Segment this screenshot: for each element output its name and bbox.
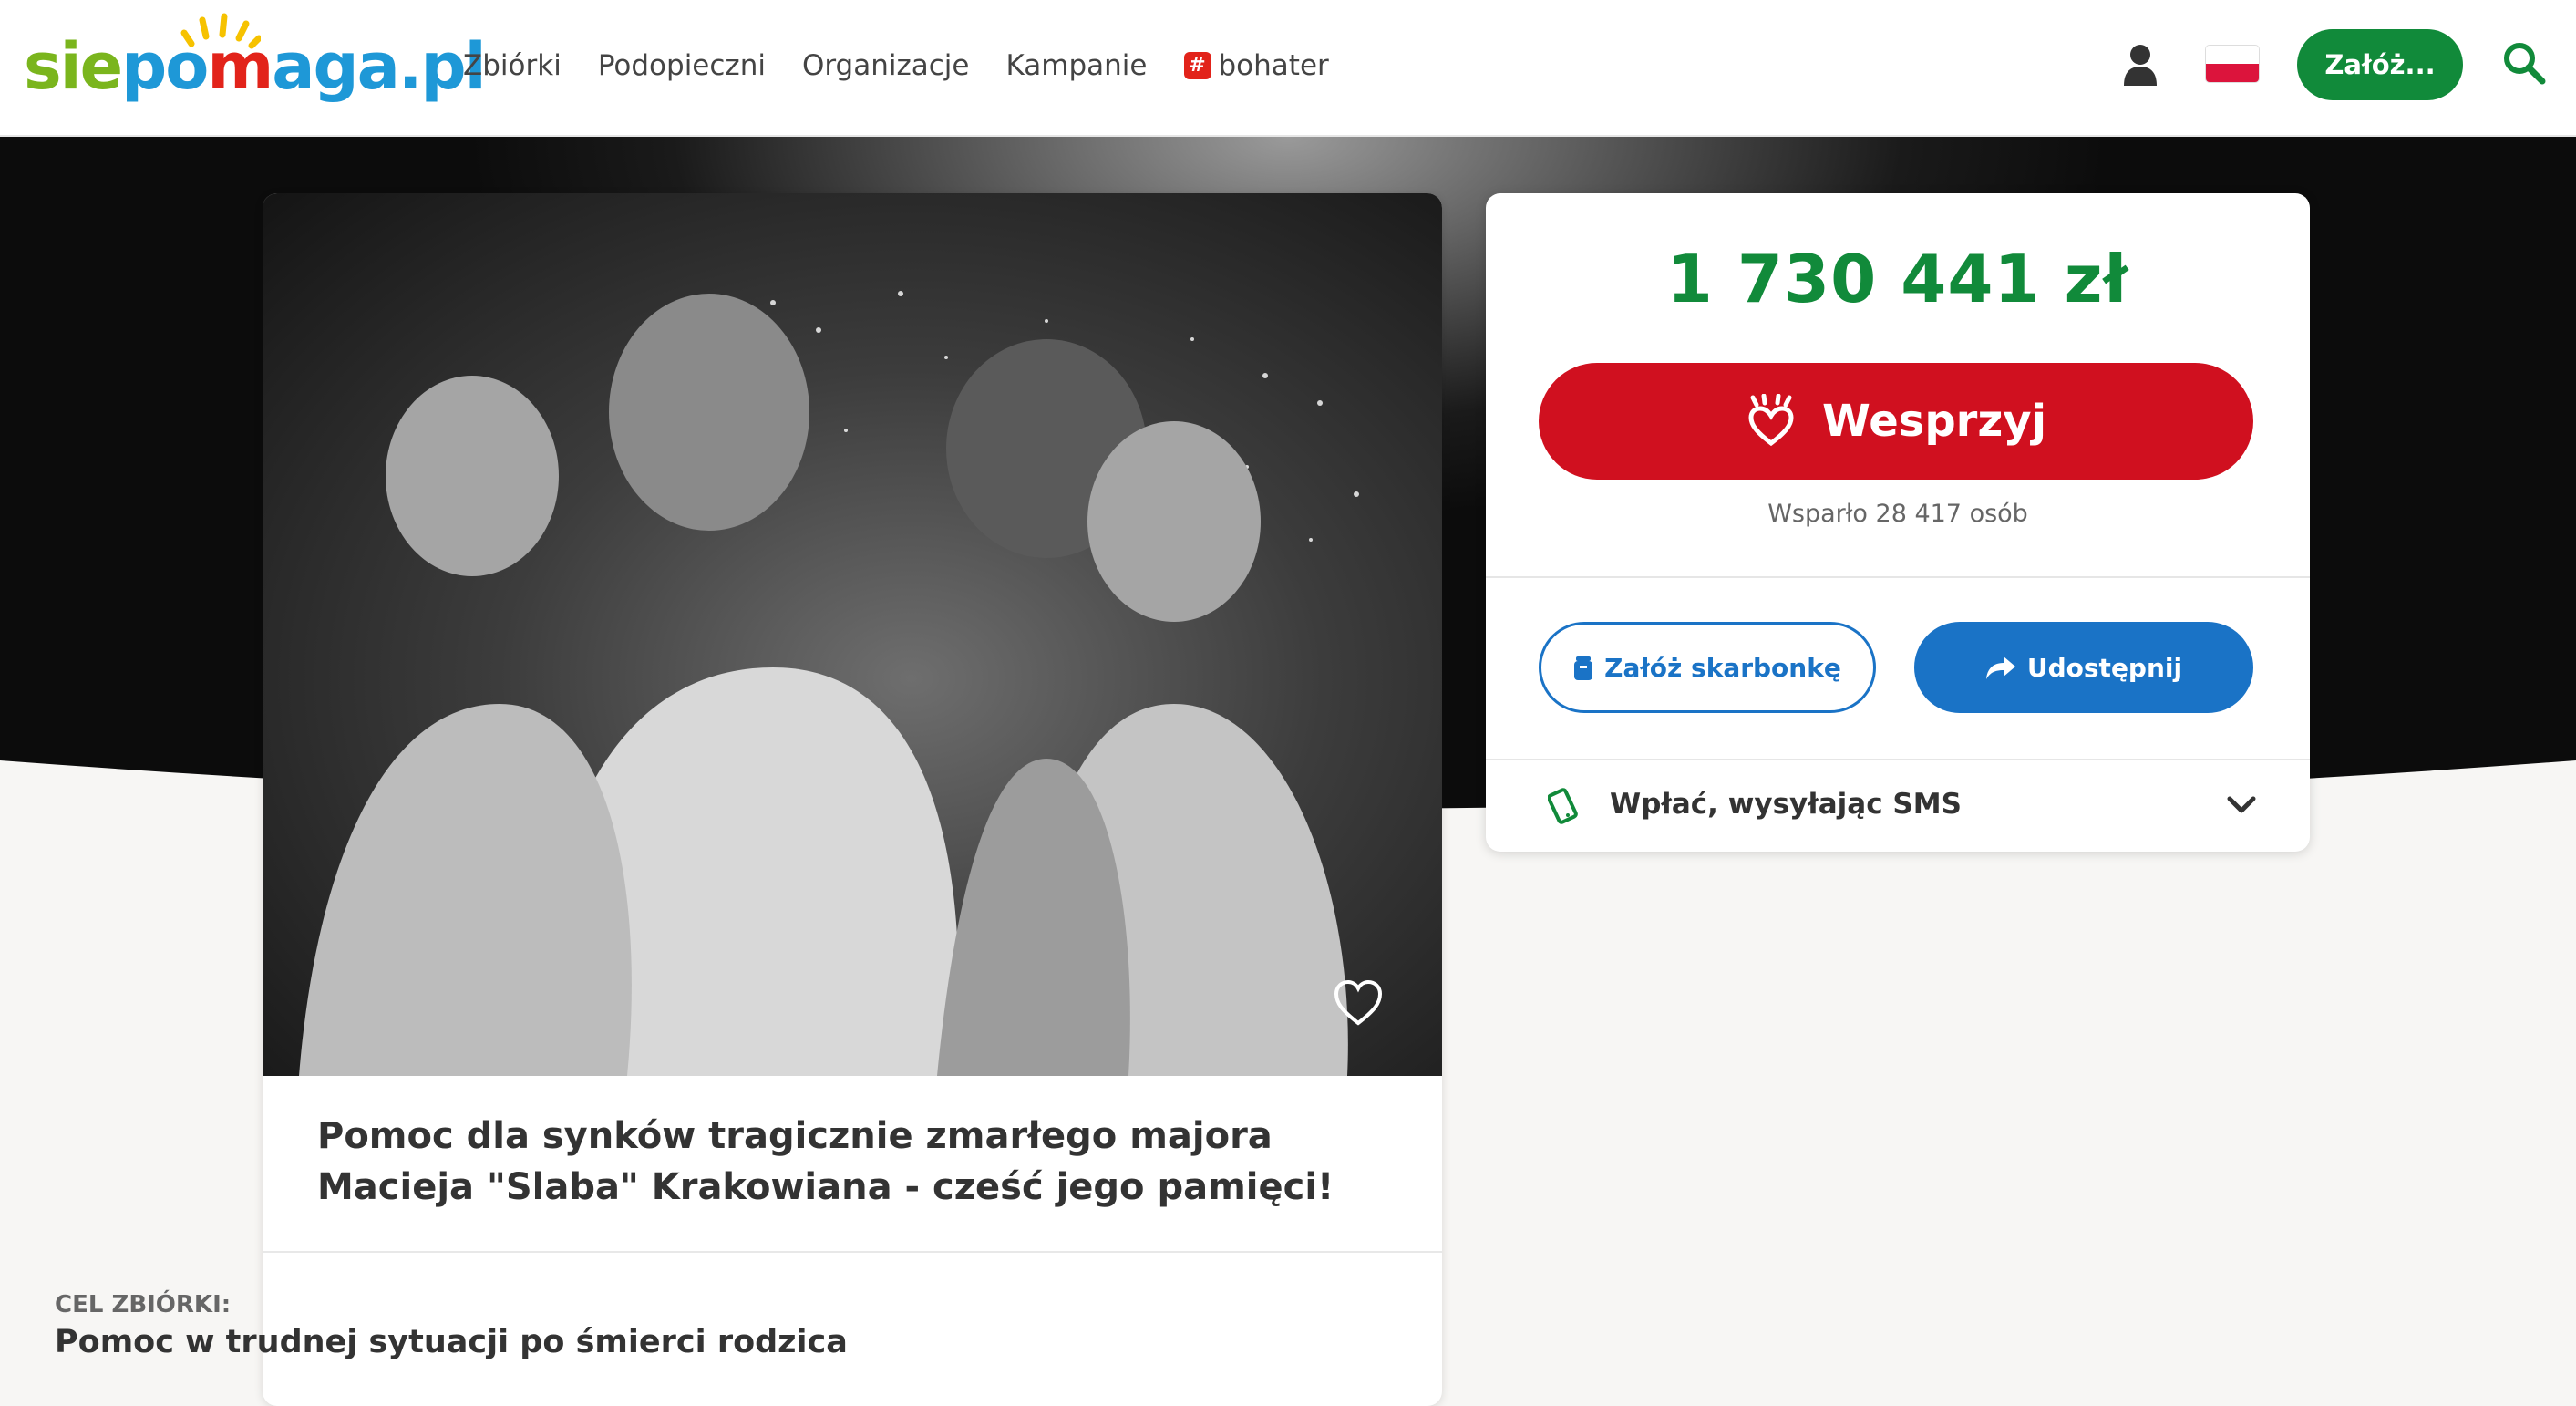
nav-bohater[interactable]: # bohater bbox=[1183, 46, 1329, 86]
goal-label: CEL ZBIÓRKI: bbox=[55, 1291, 232, 1318]
piggybank-button-label: Załóż skarbonkę bbox=[1604, 652, 1841, 683]
family-photo-illustration bbox=[299, 291, 1359, 1076]
piggybank-jar-icon bbox=[1574, 656, 1593, 680]
logo-sie: sie bbox=[24, 29, 123, 104]
nav-podopieczni[interactable]: Podopieczni bbox=[598, 46, 766, 86]
logo-maga: aga bbox=[272, 29, 400, 104]
site-header: siepomaga.pl Zbiórki Podopieczni Organiz… bbox=[0, 0, 2576, 137]
share-button[interactable]: Udostępnij bbox=[1914, 622, 2253, 713]
user-icon[interactable] bbox=[2122, 44, 2159, 86]
poland-flag-icon[interactable] bbox=[2206, 46, 2259, 82]
fundraiser-photo bbox=[263, 193, 1442, 1076]
fundraiser-card: Pomoc dla synków tragicznie zmarłego maj… bbox=[263, 193, 1442, 1406]
panel-divider bbox=[1486, 576, 2310, 578]
create-fundraiser-button[interactable]: Załóż... bbox=[2297, 29, 2463, 100]
sms-payment-label: Wpłać, wysyłając SMS bbox=[1610, 788, 1962, 821]
logo-heart: m bbox=[207, 29, 273, 104]
nav-bohater-label: bohater bbox=[1218, 49, 1329, 82]
goal-value: Pomoc w trudnej sytuacji po śmierci rodz… bbox=[55, 1324, 848, 1360]
favorite-heart-icon[interactable] bbox=[1333, 979, 1384, 1027]
create-piggybank-button[interactable]: Załóż skarbonkę bbox=[1539, 622, 1876, 713]
nav-organizacje[interactable]: Organizacje bbox=[802, 46, 970, 86]
share-arrow-icon bbox=[1985, 656, 2015, 679]
support-button-label: Wesprzyj bbox=[1821, 396, 2047, 447]
donation-panel: 1 730 441 zł Wesprzyj Wsparło 28 417 osó… bbox=[1486, 193, 2310, 852]
card-divider bbox=[263, 1251, 1442, 1253]
chevron-down-icon bbox=[2227, 796, 2256, 813]
sms-payment-toggle[interactable]: Wpłać, wysyłając SMS bbox=[1486, 760, 2310, 852]
logo-wordmark: siepomaga.pl bbox=[24, 29, 487, 104]
supporters-count: Wsparło 28 417 osób bbox=[1767, 500, 2028, 528]
helping-hands-heart-icon bbox=[1748, 394, 1794, 447]
raised-amount: 1 730 441 zł bbox=[1666, 241, 2129, 317]
fundraiser-title: Pomoc dla synków tragicznie zmarłego maj… bbox=[317, 1115, 1334, 1208]
logo-po: po bbox=[121, 29, 209, 104]
support-button[interactable]: Wesprzyj bbox=[1539, 363, 2253, 480]
main-nav: Zbiórki Podopieczni Organizacje Kampanie… bbox=[463, 46, 1365, 86]
nav-zbiorki[interactable]: Zbiórki bbox=[463, 46, 562, 86]
phone-icon bbox=[1548, 788, 1578, 824]
hashtag-icon: # bbox=[1183, 52, 1211, 79]
share-button-label: Udostępnij bbox=[2026, 652, 2183, 683]
search-icon[interactable] bbox=[2501, 40, 2547, 86]
siepomaga-logo[interactable]: siepomaga.pl bbox=[24, 13, 487, 122]
nav-kampanie[interactable]: Kampanie bbox=[1006, 46, 1148, 86]
